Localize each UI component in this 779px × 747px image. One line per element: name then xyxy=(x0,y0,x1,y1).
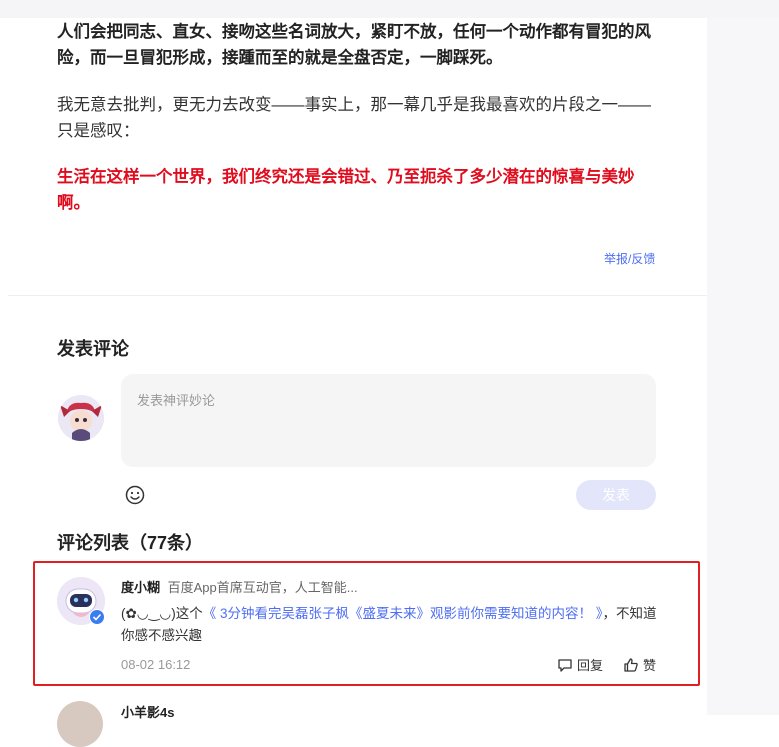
comment-article-link[interactable]: 《 3分钟看完吴磊张子枫《盛夏未来》观影前你需要知道的内容！ 》 xyxy=(203,606,603,621)
comment-input-box[interactable] xyxy=(121,374,656,467)
comment-list-title: 评论列表（77条） xyxy=(57,533,204,553)
smiley-icon[interactable] xyxy=(125,485,145,505)
comment-user-line: 度小糊 百度App首席互动官，人工智能... xyxy=(121,577,358,596)
reply-icon xyxy=(558,658,572,672)
article-paragraph: 我无意去批判，更无力去改变——事实上，那一幕几乎是我最喜欢的片段之一——只是感叹… xyxy=(57,96,651,140)
comment-user-description: 百度App首席互动官，人工智能... xyxy=(167,580,358,595)
like-button[interactable]: 赞 xyxy=(623,655,656,674)
comment-text-prefix: (✿◡‿◡)这个 xyxy=(121,606,203,621)
comment-text: (✿◡‿◡)这个《 3分钟看完吴磊张子枫《盛夏未来》观影前你需要知道的内容！ 》… xyxy=(121,603,661,647)
avatar-illustration xyxy=(58,395,104,441)
article-highlight-paragraph: 生活在这样一个世界，我们终究还是会错过、乃至扼杀了多少潜在的惊喜与美妙啊。 xyxy=(57,168,635,212)
divider xyxy=(8,295,707,296)
submit-comment-button[interactable]: 发表 xyxy=(576,480,656,510)
right-sidebar xyxy=(707,18,779,715)
avatar xyxy=(58,395,104,441)
thumbs-up-icon xyxy=(624,657,638,672)
verified-icon xyxy=(89,609,105,625)
reply-button[interactable]: 回复 xyxy=(557,655,603,674)
report-feedback-link[interactable]: 举报/反馈 xyxy=(604,250,655,267)
avatar[interactable] xyxy=(57,701,103,747)
comment-input[interactable] xyxy=(121,374,656,467)
post-comment-title: 发表评论 xyxy=(57,339,129,359)
article-content: 人们会把同志、直女、接吻这些名词放大，紧盯不放，任何一个动作都有冒犯的风险，而一… xyxy=(0,0,707,747)
reply-label: 回复 xyxy=(577,658,604,673)
article-paragraph: 人们会把同志、直女、接吻这些名词放大，紧盯不放，任何一个动作都有冒犯的风险，而一… xyxy=(57,23,651,67)
comment-username[interactable]: 小羊影4s xyxy=(121,702,174,721)
comment-time: 08-02 16:12 xyxy=(121,657,191,672)
like-label: 赞 xyxy=(643,658,657,673)
comment-username[interactable]: 度小糊 xyxy=(121,580,160,595)
